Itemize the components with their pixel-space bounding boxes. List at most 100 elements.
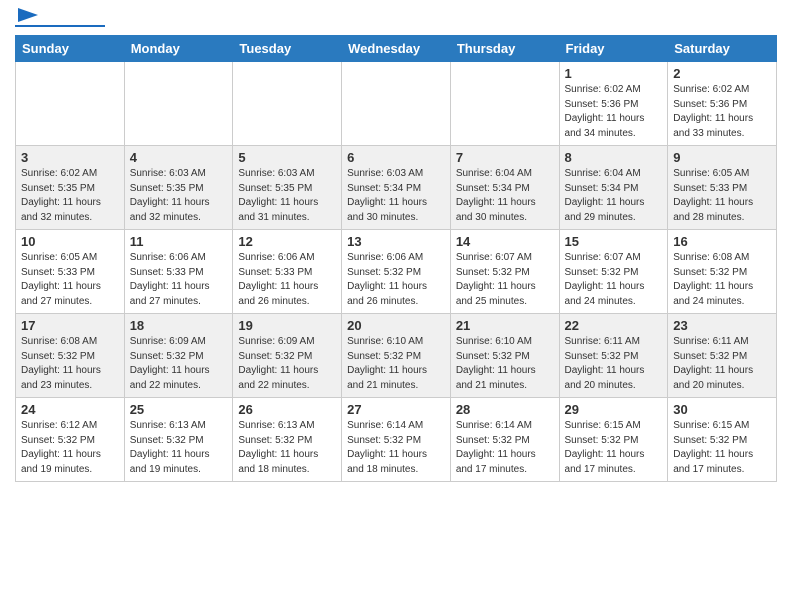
day-number: 25	[130, 402, 228, 417]
calendar-cell: 29 Sunrise: 6:15 AM Sunset: 5:32 PM Dayli…	[559, 398, 668, 482]
calendar-cell: 18 Sunrise: 6:09 AM Sunset: 5:32 PM Dayli…	[124, 314, 233, 398]
day-number: 23	[673, 318, 771, 333]
day-info: Sunrise: 6:12 AM Sunset: 5:32 PM Dayligh…	[21, 419, 119, 477]
calendar-cell: 7Sunrise: 6:04 AM Sunset: 5:34 PM Daylig…	[450, 146, 559, 230]
logo-arrow-icon	[18, 6, 38, 24]
calendar-cell	[233, 62, 342, 146]
calendar-week-row: 3 Sunrise: 6:02 AM Sunset: 5:35 PM Daylig…	[16, 146, 777, 230]
day-number: 17	[21, 318, 119, 333]
logo	[15, 10, 105, 27]
day-number: 6	[347, 150, 445, 165]
day-number: 22	[565, 318, 663, 333]
calendar-cell: 21 Sunrise: 6:10 AM Sunset: 5:32 PM Dayli…	[450, 314, 559, 398]
day-number: 4	[130, 150, 228, 165]
calendar-cell	[124, 62, 233, 146]
day-number: 5	[238, 150, 336, 165]
day-number: 28	[456, 402, 554, 417]
day-number: 1	[565, 66, 663, 81]
day-info: Sunrise: 6:02 AM Sunset: 5:36 PM Dayligh…	[673, 83, 771, 141]
day-number: 20	[347, 318, 445, 333]
calendar-week-row: 24Sunrise: 6:12 AM Sunset: 5:32 PM Dayli…	[16, 398, 777, 482]
day-number: 26	[238, 402, 336, 417]
calendar-cell: 12 Sunrise: 6:06 AM Sunset: 5:33 PM Dayli…	[233, 230, 342, 314]
day-info: Sunrise: 6:03 AM Sunset: 5:35 PM Dayligh…	[238, 167, 336, 225]
day-info: Sunrise: 6:15 AM Sunset: 5:32 PM Dayligh…	[565, 419, 663, 477]
calendar-cell: 24Sunrise: 6:12 AM Sunset: 5:32 PM Dayli…	[16, 398, 125, 482]
col-header-sunday: Sunday	[16, 36, 125, 62]
day-info: Sunrise: 6:08 AM Sunset: 5:32 PM Dayligh…	[673, 251, 771, 309]
header	[15, 10, 777, 27]
day-info: Sunrise: 6:10 AM Sunset: 5:32 PM Dayligh…	[456, 335, 554, 393]
day-info: Sunrise: 6:10 AM Sunset: 5:32 PM Dayligh…	[347, 335, 445, 393]
day-number: 9	[673, 150, 771, 165]
calendar-cell: 16 Sunrise: 6:08 AM Sunset: 5:32 PM Dayli…	[668, 230, 777, 314]
day-number: 11	[130, 234, 228, 249]
col-header-monday: Monday	[124, 36, 233, 62]
day-info: Sunrise: 6:03 AM Sunset: 5:34 PM Dayligh…	[347, 167, 445, 225]
calendar-cell: 19 Sunrise: 6:09 AM Sunset: 5:32 PM Dayli…	[233, 314, 342, 398]
day-info: Sunrise: 6:04 AM Sunset: 5:34 PM Dayligh…	[456, 167, 554, 225]
col-header-tuesday: Tuesday	[233, 36, 342, 62]
calendar-week-row: 1 Sunrise: 6:02 AM Sunset: 5:36 PM Daylig…	[16, 62, 777, 146]
calendar-week-row: 10 Sunrise: 6:05 AM Sunset: 5:33 PM Dayli…	[16, 230, 777, 314]
day-number: 30	[673, 402, 771, 417]
calendar-cell	[450, 62, 559, 146]
calendar-cell: 10 Sunrise: 6:05 AM Sunset: 5:33 PM Dayli…	[16, 230, 125, 314]
day-number: 13	[347, 234, 445, 249]
day-number: 19	[238, 318, 336, 333]
calendar-cell: 5 Sunrise: 6:03 AM Sunset: 5:35 PM Daylig…	[233, 146, 342, 230]
day-info: Sunrise: 6:06 AM Sunset: 5:32 PM Dayligh…	[347, 251, 445, 309]
calendar-cell: 28Sunrise: 6:14 AM Sunset: 5:32 PM Dayli…	[450, 398, 559, 482]
calendar-cell: 25 Sunrise: 6:13 AM Sunset: 5:32 PM Dayli…	[124, 398, 233, 482]
col-header-friday: Friday	[559, 36, 668, 62]
day-number: 12	[238, 234, 336, 249]
calendar-cell: 14Sunrise: 6:07 AM Sunset: 5:32 PM Dayli…	[450, 230, 559, 314]
day-number: 18	[130, 318, 228, 333]
day-number: 10	[21, 234, 119, 249]
day-info: Sunrise: 6:13 AM Sunset: 5:32 PM Dayligh…	[130, 419, 228, 477]
calendar-cell: 8Sunrise: 6:04 AM Sunset: 5:34 PM Daylig…	[559, 146, 668, 230]
day-info: Sunrise: 6:15 AM Sunset: 5:32 PM Dayligh…	[673, 419, 771, 477]
calendar-header-row: SundayMondayTuesdayWednesdayThursdayFrid…	[16, 36, 777, 62]
day-info: Sunrise: 6:02 AM Sunset: 5:35 PM Dayligh…	[21, 167, 119, 225]
day-number: 15	[565, 234, 663, 249]
calendar-cell: 9 Sunrise: 6:05 AM Sunset: 5:33 PM Daylig…	[668, 146, 777, 230]
day-info: Sunrise: 6:07 AM Sunset: 5:32 PM Dayligh…	[456, 251, 554, 309]
day-info: Sunrise: 6:14 AM Sunset: 5:32 PM Dayligh…	[347, 419, 445, 477]
page: SundayMondayTuesdayWednesdayThursdayFrid…	[0, 0, 792, 497]
calendar-cell: 22 Sunrise: 6:11 AM Sunset: 5:32 PM Dayli…	[559, 314, 668, 398]
day-info: Sunrise: 6:09 AM Sunset: 5:32 PM Dayligh…	[238, 335, 336, 393]
calendar-cell: 27Sunrise: 6:14 AM Sunset: 5:32 PM Dayli…	[342, 398, 451, 482]
calendar-cell: 26Sunrise: 6:13 AM Sunset: 5:32 PM Dayli…	[233, 398, 342, 482]
calendar-cell: 2 Sunrise: 6:02 AM Sunset: 5:36 PM Daylig…	[668, 62, 777, 146]
day-info: Sunrise: 6:07 AM Sunset: 5:32 PM Dayligh…	[565, 251, 663, 309]
day-info: Sunrise: 6:05 AM Sunset: 5:33 PM Dayligh…	[673, 167, 771, 225]
day-number: 21	[456, 318, 554, 333]
day-number: 16	[673, 234, 771, 249]
day-info: Sunrise: 6:02 AM Sunset: 5:36 PM Dayligh…	[565, 83, 663, 141]
day-info: Sunrise: 6:09 AM Sunset: 5:32 PM Dayligh…	[130, 335, 228, 393]
calendar-cell: 13 Sunrise: 6:06 AM Sunset: 5:32 PM Dayli…	[342, 230, 451, 314]
day-info: Sunrise: 6:05 AM Sunset: 5:33 PM Dayligh…	[21, 251, 119, 309]
calendar-cell: 4 Sunrise: 6:03 AM Sunset: 5:35 PM Daylig…	[124, 146, 233, 230]
col-header-saturday: Saturday	[668, 36, 777, 62]
calendar-cell: 23 Sunrise: 6:11 AM Sunset: 5:32 PM Dayli…	[668, 314, 777, 398]
day-info: Sunrise: 6:11 AM Sunset: 5:32 PM Dayligh…	[673, 335, 771, 393]
day-info: Sunrise: 6:06 AM Sunset: 5:33 PM Dayligh…	[238, 251, 336, 309]
day-info: Sunrise: 6:11 AM Sunset: 5:32 PM Dayligh…	[565, 335, 663, 393]
calendar-cell: 1 Sunrise: 6:02 AM Sunset: 5:36 PM Daylig…	[559, 62, 668, 146]
day-number: 29	[565, 402, 663, 417]
day-number: 3	[21, 150, 119, 165]
calendar-cell: 17Sunrise: 6:08 AM Sunset: 5:32 PM Dayli…	[16, 314, 125, 398]
calendar-cell	[16, 62, 125, 146]
col-header-thursday: Thursday	[450, 36, 559, 62]
day-info: Sunrise: 6:03 AM Sunset: 5:35 PM Dayligh…	[130, 167, 228, 225]
calendar-cell: 6 Sunrise: 6:03 AM Sunset: 5:34 PM Daylig…	[342, 146, 451, 230]
calendar-cell: 20 Sunrise: 6:10 AM Sunset: 5:32 PM Dayli…	[342, 314, 451, 398]
day-number: 8	[565, 150, 663, 165]
calendar-table: SundayMondayTuesdayWednesdayThursdayFrid…	[15, 35, 777, 482]
day-number: 2	[673, 66, 771, 81]
day-info: Sunrise: 6:06 AM Sunset: 5:33 PM Dayligh…	[130, 251, 228, 309]
calendar-cell: 11 Sunrise: 6:06 AM Sunset: 5:33 PM Dayli…	[124, 230, 233, 314]
calendar-cell	[342, 62, 451, 146]
